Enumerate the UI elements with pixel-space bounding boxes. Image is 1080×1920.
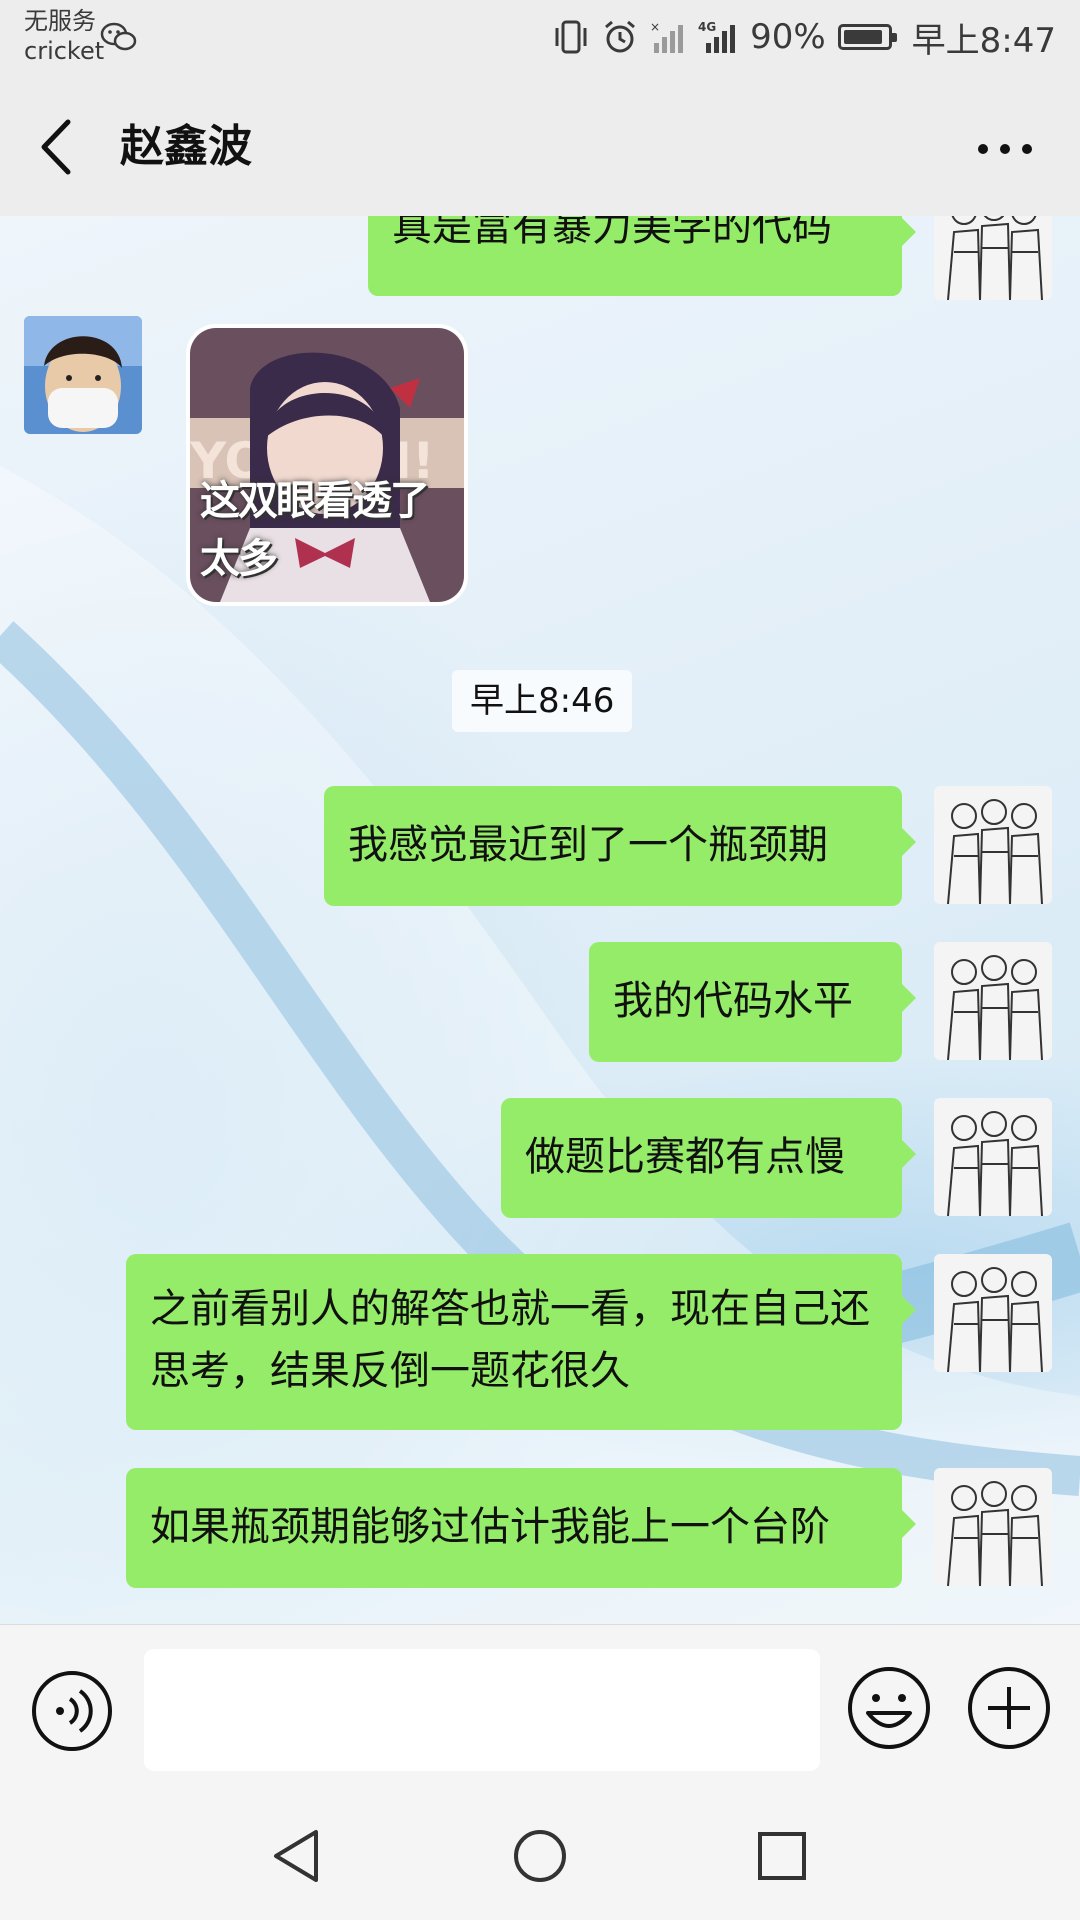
svg-text:×: × [650, 20, 660, 34]
message-bubble[interactable]: 我感觉最近到了一个瓶颈期 [324, 786, 916, 906]
sticker-image[interactable]: YO! N! 这双眼看透了太多 [186, 324, 468, 606]
self-avatar[interactable] [934, 1254, 1052, 1372]
message-bubble-partial[interactable]: 真是富有暴力美学的代码 [368, 216, 916, 296]
input-bar [0, 1624, 1080, 1785]
sticker-caption: 这双眼看透了太多 [200, 478, 430, 582]
message-text: 之前看别人的解答也就一看，现在自己还思考，结果反倒一题花很久 [150, 1286, 870, 1394]
message-bubble[interactable]: 做题比赛都有点慢 [501, 1098, 916, 1218]
message-text: 做题比赛都有点慢 [525, 1134, 845, 1180]
message-input[interactable] [144, 1649, 820, 1771]
4g-signal-icon: 4G [698, 20, 736, 53]
svg-text:4G: 4G [698, 20, 716, 34]
message-text: 如果瓶颈期能够过估计我能上一个台阶 [150, 1504, 830, 1550]
chat-area[interactable]: 真是富有暴力美学的代码 YO! N! 这双眼看透了太多 早上8:46 我感觉最近… [0, 216, 1080, 1624]
self-avatar[interactable] [934, 1468, 1052, 1586]
timestamp: 早上8:46 [452, 670, 633, 732]
more-icon[interactable] [970, 126, 1040, 172]
self-avatar[interactable] [934, 216, 1052, 300]
emoji-icon[interactable] [846, 1665, 932, 1751]
message-bubble[interactable]: 之前看别人的解答也就一看，现在自己还思考，结果反倒一题花很久 [126, 1254, 916, 1430]
carrier-status: 无服务 [24, 7, 96, 35]
status-time: 早上8:47 [911, 20, 1056, 61]
carrier-name: cricket [24, 37, 105, 65]
self-avatar[interactable] [934, 942, 1052, 1060]
message-text: 真是富有暴力美学的代码 [392, 216, 832, 250]
message-bubble[interactable]: 如果瓶颈期能够过估计我能上一个台阶 [126, 1468, 916, 1588]
contact-avatar[interactable] [24, 316, 142, 434]
system-nav-bar [0, 1784, 1080, 1920]
chevron-left-icon[interactable] [30, 114, 90, 180]
wechat-icon [100, 22, 137, 51]
message-text: 我感觉最近到了一个瓶颈期 [348, 822, 828, 868]
signal-off-icon: × [650, 20, 684, 53]
vibrate-icon [555, 20, 587, 54]
plus-icon[interactable] [966, 1665, 1052, 1751]
nav-home-icon[interactable] [510, 1826, 570, 1886]
chat-header: 赵鑫波 [0, 78, 1080, 217]
self-avatar[interactable] [934, 786, 1052, 904]
chat-title: 赵鑫波 [120, 121, 252, 172]
status-bar: 无服务 cricket × 4G 90% 早上8:47 [0, 0, 1080, 78]
battery-percent: 90% [750, 17, 826, 57]
carrier-info: 无服务 cricket [24, 6, 104, 66]
alarm-icon [605, 20, 636, 53]
message-bubble[interactable]: 我的代码水平 [589, 942, 916, 1062]
nav-back-icon[interactable] [268, 1826, 328, 1886]
nav-recent-icon[interactable] [752, 1826, 812, 1886]
status-icons: × 4G 90% 早上8:47 [552, 14, 1056, 61]
battery-icon [837, 24, 897, 50]
voice-icon[interactable] [30, 1669, 114, 1753]
message-text: 我的代码水平 [613, 978, 853, 1024]
self-avatar[interactable] [934, 1098, 1052, 1216]
